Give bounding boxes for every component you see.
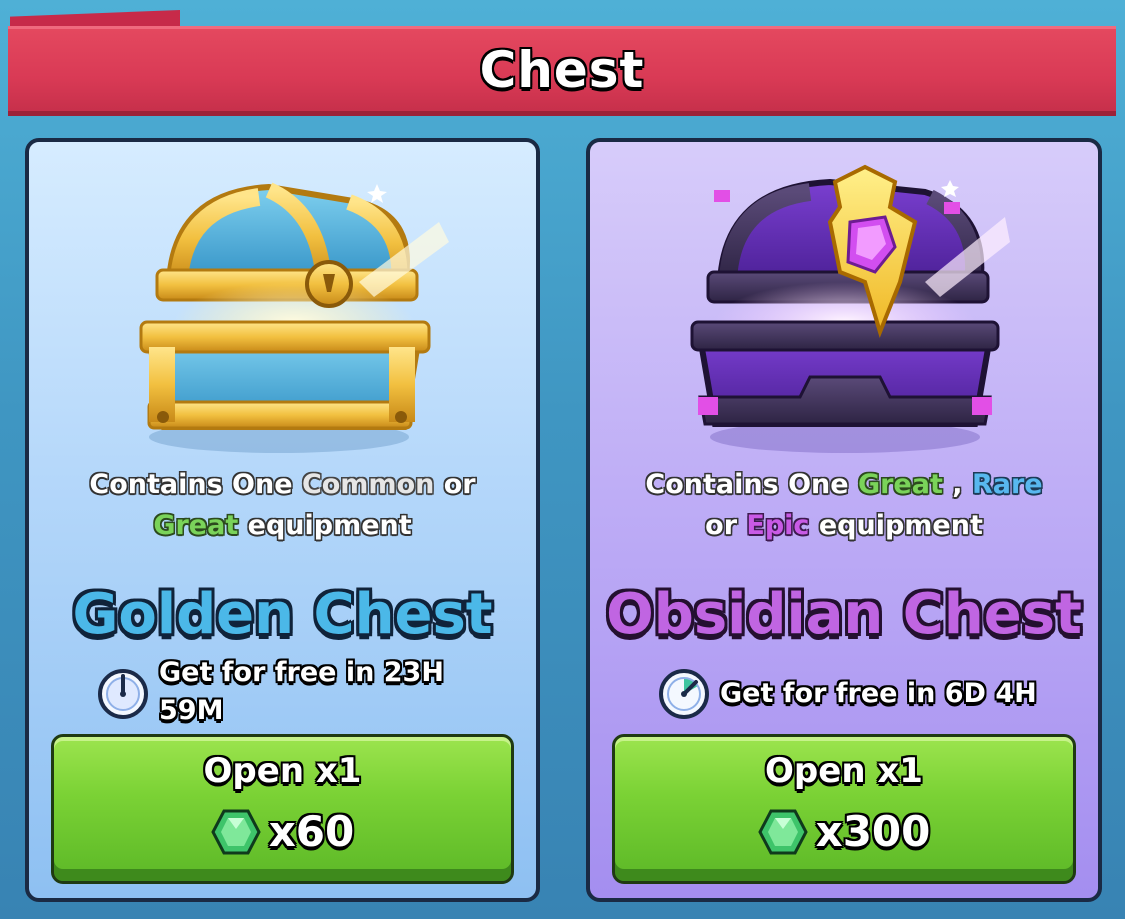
golden-chest-icon: [139, 182, 449, 453]
open-button-label: Open x1: [765, 751, 923, 791]
rarity-epic: Epic: [746, 510, 810, 541]
obsidian-free-timer: Get for free in 6D 4H: [658, 668, 1058, 720]
open-obsidian-chest-button[interactable]: Open x1 x300: [612, 734, 1076, 884]
open-button-label: Open x1: [203, 751, 362, 791]
desc-text: Contains One: [89, 469, 302, 500]
desc-text: or: [705, 510, 747, 541]
timer-text-line2: 59M: [159, 695, 224, 726]
price-tag: x300: [615, 807, 1073, 856]
price-text: x60: [268, 807, 355, 856]
desc-text: equipment: [238, 510, 412, 541]
gem-icon: [757, 809, 808, 854]
page-title: Chest: [479, 41, 645, 99]
golden-chest-card: Contains One Common or Great equipment G…: [25, 138, 540, 902]
timer-text-line1: Get for free in 23H: [159, 657, 444, 688]
obsidian-chest-icon: [690, 164, 1010, 453]
golden-chest-description: Contains One Common or Great equipment: [39, 464, 526, 546]
desc-text: ,: [942, 469, 972, 500]
price-text: x300: [815, 807, 931, 856]
price-tag: x60: [54, 807, 511, 856]
golden-free-timer: Get for free in 23H 59M: [97, 654, 477, 730]
rarity-common: Common: [301, 469, 435, 500]
rarity-great: Great: [857, 469, 943, 500]
open-golden-chest-button[interactable]: Open x1 x60: [51, 734, 514, 884]
header-banner: Chest: [8, 26, 1116, 116]
obsidian-chest-title: Obsidian Chest: [606, 582, 1082, 647]
rarity-rare: Rare: [971, 469, 1043, 500]
desc-text: equipment: [809, 510, 983, 541]
rarity-great: Great: [153, 510, 239, 541]
obsidian-chest-card: Contains One Great , Rare or Epic equipm…: [586, 138, 1102, 902]
clock-icon: [659, 669, 709, 719]
gem-icon: [211, 809, 261, 854]
clock-icon: [98, 669, 148, 719]
timer-text: Get for free in 6D 4H: [720, 678, 1037, 709]
desc-text: Contains One: [645, 469, 858, 500]
golden-chest-title: Golden Chest: [72, 582, 493, 647]
obsidian-chest-description: Contains One Great , Rare or Epic equipm…: [600, 464, 1088, 546]
desc-text: or: [434, 469, 476, 500]
